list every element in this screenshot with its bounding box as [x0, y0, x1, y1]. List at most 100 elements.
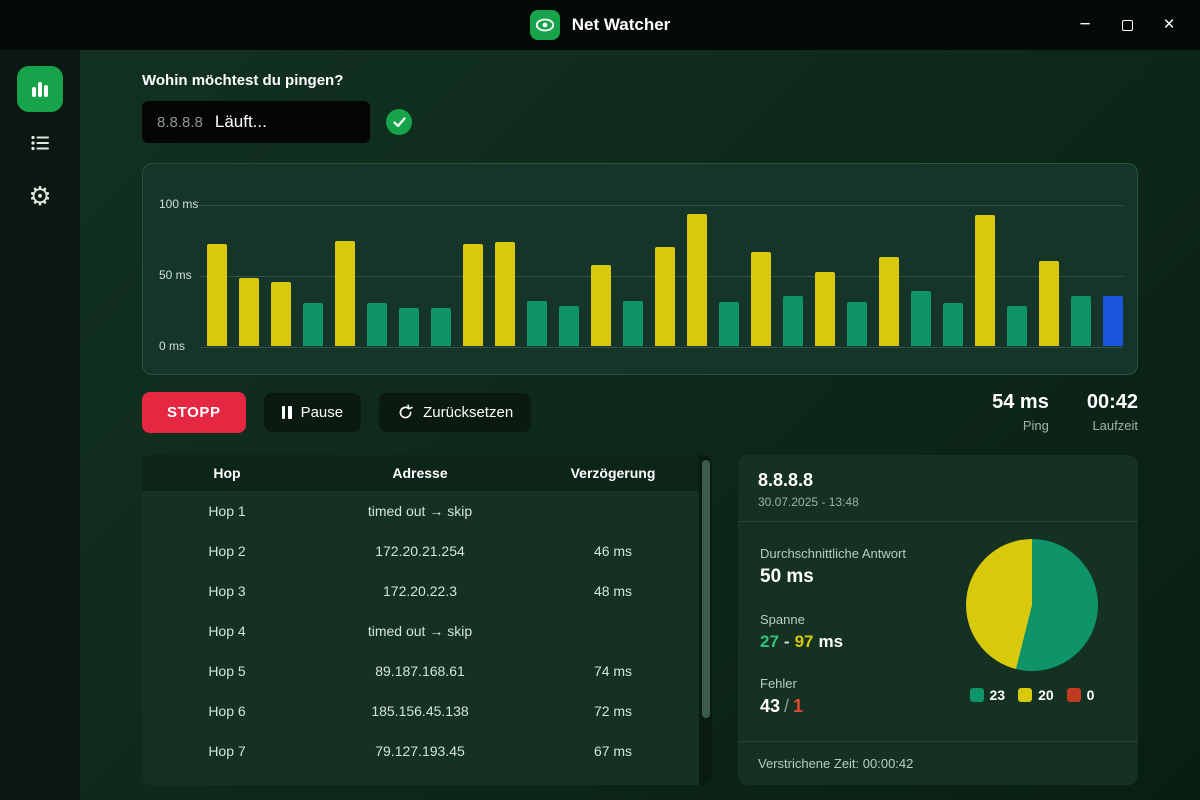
chart-bar-blue: [1103, 296, 1123, 346]
pause-button-label: Pause: [300, 403, 344, 421]
legend-swatch: [1066, 688, 1081, 702]
table-cell-address: 84.116.141.2: [312, 783, 528, 785]
table-cell-address: 185.156.45.138: [371, 703, 469, 719]
chart-bar-green: [719, 302, 739, 346]
elapsed-time: Verstrichene Zeit: 00:00:42: [738, 741, 1138, 785]
table-cell-delay: 46 ms: [593, 543, 633, 559]
hop-table-body: Hop 1 timed out → skip Hop 2 172.20.21.254 4…: [142, 491, 712, 785]
range-max: 97: [794, 632, 814, 651]
ping-target-input[interactable]: 8.8.8.8 Läuft...: [142, 101, 370, 143]
table-cell-delay: 64 ms: [528, 783, 698, 785]
live-metrics: 54 ms Ping 00:42 Laufzeit: [992, 391, 1138, 433]
app-logo-icon: [529, 10, 560, 40]
table-cell-address: timed out → skip: [367, 623, 473, 639]
chart-bar-green: [783, 296, 803, 346]
ping-question-label: Wohin möchtest du pingen?: [142, 72, 344, 89]
errors-count: 1: [793, 696, 804, 716]
range-separator: -: [783, 632, 790, 651]
chart-bar-green: [399, 308, 419, 346]
range-unit: ms: [818, 632, 844, 651]
header-delay: Verzögerung: [570, 465, 656, 481]
gridline-0ms: [199, 347, 1123, 348]
chart-bar-yellow: [591, 265, 611, 346]
titlebar: Net Watcher − ×: [0, 0, 1200, 50]
ping-metric: 54 ms Ping: [992, 391, 1049, 433]
table-cell-hop: Hop 8: [142, 783, 312, 785]
table-row: Hop 3 172.20.22.3 48 ms: [142, 571, 712, 611]
sidebar-item-monitor[interactable]: [17, 66, 63, 112]
legend-item: 23: [969, 687, 1005, 703]
list-icon: [31, 135, 49, 151]
table-cell-hop: Hop 4: [208, 623, 246, 639]
table-row: Hop 7 79.127.193.45 67 ms: [142, 731, 712, 771]
stop-button[interactable]: STOPP: [142, 391, 246, 433]
table-cell-hop: Hop 3: [208, 583, 246, 599]
table-cell-delay: 48 ms: [593, 583, 633, 599]
chart-bar-green: [943, 303, 963, 346]
chart-bar-green: [367, 303, 387, 346]
chart-bar-green: [1007, 306, 1027, 346]
table-row: Hop 4 timed out → skip: [142, 611, 712, 651]
table-row: Hop 884.116.141.264 ms: [142, 771, 712, 785]
table-row: Hop 2 172.20.21.254 46 ms: [142, 531, 712, 571]
table-cell-hop: Hop 2: [208, 543, 246, 559]
legend-value: 20: [1038, 687, 1054, 703]
table-cell-address: timed out → skip: [367, 503, 473, 519]
table-cell-address: 79.127.193.45: [375, 743, 465, 759]
legend-item: 0: [1066, 687, 1094, 703]
table-cell-delay: 72 ms: [593, 703, 633, 719]
sidebar-item-hops[interactable]: [17, 120, 63, 166]
header-hop: Hop: [213, 465, 241, 481]
chart-bar-green: [559, 306, 579, 346]
close-button[interactable]: ×: [1148, 0, 1190, 50]
reset-button[interactable]: Zurücksetzen: [379, 392, 532, 432]
chart-bar-yellow: [463, 244, 483, 346]
chart-bar-yellow: [271, 282, 291, 346]
minimize-button[interactable]: −: [1064, 0, 1106, 50]
pause-icon: [281, 405, 292, 419]
chart-bar-yellow: [207, 244, 227, 346]
runtime-label: Laufzeit: [1092, 418, 1138, 433]
chart-bar-yellow: [655, 247, 675, 346]
table-cell-hop: Hop 6: [208, 703, 246, 719]
sidebar-item-settings[interactable]: ⚙: [17, 174, 63, 220]
app-title: Net Watcher: [571, 15, 671, 34]
stats-header: 8.8.8.8 30.07.2025 - 13:48: [738, 455, 1138, 522]
chart-bars: [207, 204, 1123, 346]
y-axis-tick: 100 ms: [159, 197, 199, 211]
table-scrollbar[interactable]: [699, 455, 712, 785]
chart-bar-yellow: [975, 215, 995, 346]
reset-icon: [399, 403, 413, 418]
legend-item: 20: [1018, 687, 1054, 703]
title-group: Net Watcher: [529, 10, 671, 40]
chart-bar-green: [303, 303, 323, 346]
errors-separator: /: [784, 696, 790, 716]
chart-bar-yellow: [687, 214, 707, 346]
table-cell-address: 89.187.168.61: [375, 663, 465, 679]
y-axis-tick: 50 ms: [159, 268, 192, 282]
table-cell-delay: 67 ms: [593, 743, 633, 759]
maximize-icon: [1121, 19, 1133, 31]
table-cell-hop: Hop 5: [208, 663, 246, 679]
status-ok-badge: [386, 109, 412, 135]
table-cell-hop: Hop 7: [208, 743, 246, 759]
chart-bar-yellow: [815, 272, 835, 346]
maximize-button[interactable]: [1106, 0, 1148, 50]
y-axis-tick: 0 ms: [159, 339, 186, 353]
chart-bar-yellow: [495, 242, 515, 346]
table-cell-address: 172.20.21.254: [375, 543, 465, 559]
legend-swatch: [969, 688, 984, 702]
scrollbar-thumb[interactable]: [701, 460, 710, 718]
hop-table-panel: Hop Adresse Verzögerung Hop 1 timed out →…: [142, 455, 712, 785]
sidebar: ⚙: [0, 50, 80, 800]
range-min: 27: [760, 632, 779, 651]
main-content: Wohin möchtest du pingen? 8.8.8.8 Läuft.…: [80, 50, 1200, 800]
runtime-metric: 00:42 Laufzeit: [1087, 391, 1138, 433]
gear-icon: ⚙: [28, 182, 52, 212]
pause-button[interactable]: Pause: [263, 392, 362, 432]
chart-bar-yellow: [879, 257, 899, 346]
chart-bar-yellow: [239, 278, 259, 346]
table-cell-delay: 74 ms: [593, 663, 633, 679]
table-row: Hop 5 89.187.168.61 74 ms: [142, 651, 712, 691]
chart-bar-green: [431, 308, 451, 346]
